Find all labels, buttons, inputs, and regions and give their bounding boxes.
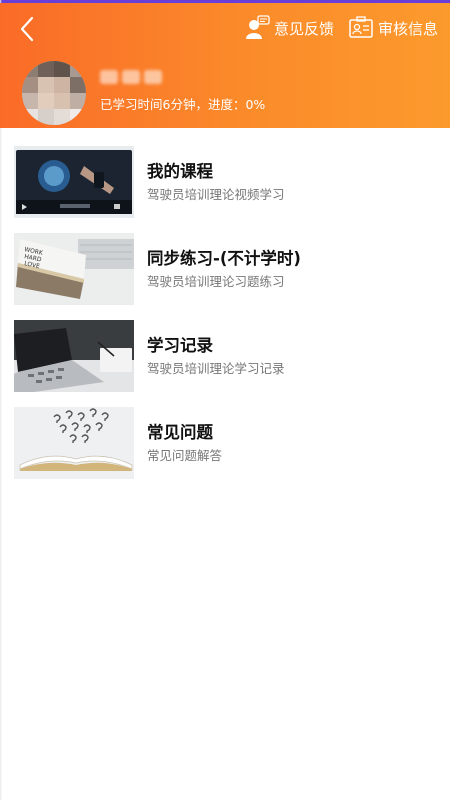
- menu-item-title: 我的课程: [147, 162, 213, 181]
- menu-item-subtitle: 常见问题解答: [147, 448, 223, 463]
- feedback-button[interactable]: 意见反馈: [244, 13, 334, 43]
- back-button[interactable]: [10, 11, 46, 47]
- menu-item-title: 常见问题: [147, 423, 213, 442]
- menu-item-subtitle: 驾驶员培训理论视频学习: [147, 187, 285, 202]
- menu-item-title: 学习记录: [147, 336, 213, 355]
- username-blurred: [100, 69, 180, 87]
- book-thumbnail-image: WORK HARD LOVE: [14, 233, 134, 305]
- audit-info-label: 审核信息: [378, 19, 439, 38]
- feedback-label: 意见反馈: [274, 19, 335, 38]
- study-progress-text: 已学习时间6分钟，进度：0%: [100, 97, 266, 112]
- profile-header: 意见反馈 审核信息 已学习时间6分钟，进度：0%: [0, 3, 450, 128]
- video-thumbnail-image: [14, 146, 134, 218]
- feedback-icon: [244, 15, 270, 41]
- audit-info-button[interactable]: 审核信息: [348, 13, 438, 43]
- menu-item-my-courses[interactable]: 我的课程 驾驶员培训理论视频学习: [0, 140, 450, 227]
- chevron-left-icon: [20, 16, 34, 42]
- menu-item-subtitle: 驾驶员培训理论学习记录: [147, 361, 285, 376]
- avatar[interactable]: [22, 61, 86, 125]
- menu-item-faq[interactable]: 常见问题 常见问题解答: [0, 401, 450, 488]
- menu-item-subtitle: 驾驶员培训理论习题练习: [147, 274, 285, 289]
- menu-item-sync-practice[interactable]: WORK HARD LOVE 同步练习-(不计学时) 驾驶员培训理论习题练习: [0, 227, 450, 314]
- faq-thumbnail-image: [14, 407, 134, 479]
- course-menu: 我的课程 驾驶员培训理论视频学习 WORK HARD LOVE 同步练习-(不计…: [0, 140, 450, 488]
- laptop-thumbnail-image: [14, 320, 134, 392]
- id-card-icon: [348, 15, 374, 41]
- menu-item-title: 同步练习-(不计学时): [147, 249, 301, 268]
- menu-item-study-records[interactable]: 学习记录 驾驶员培训理论学习记录: [0, 314, 450, 401]
